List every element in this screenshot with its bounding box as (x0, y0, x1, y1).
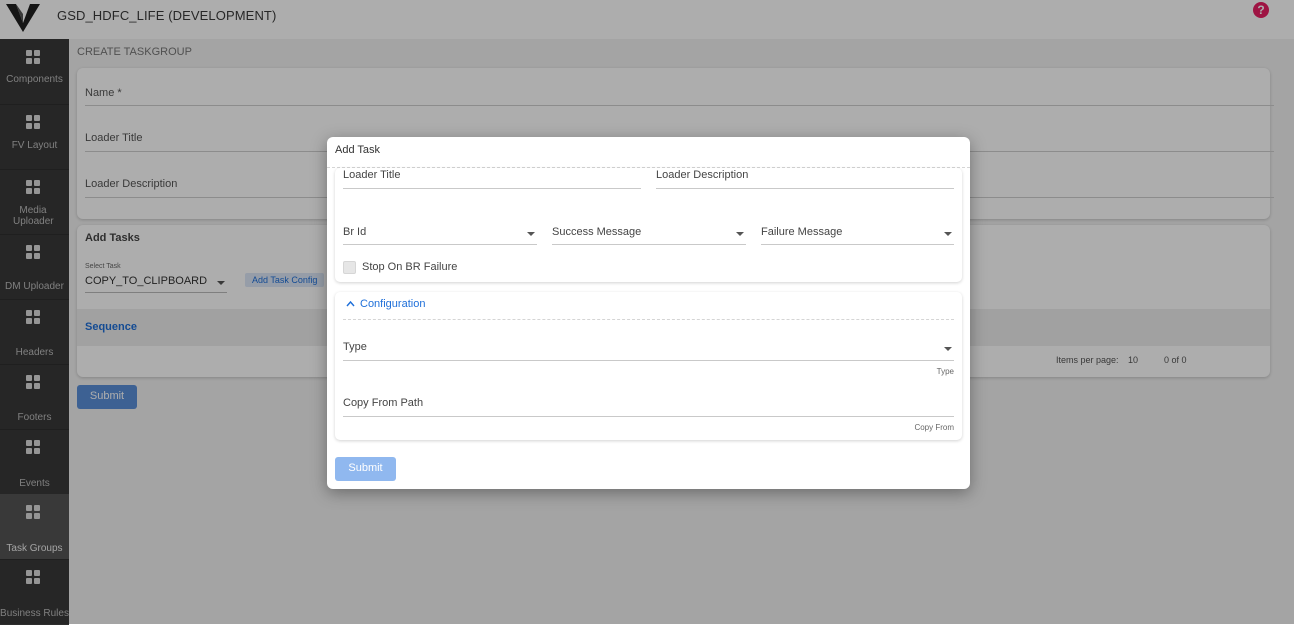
stop-on-br-failure-label: Stop On BR Failure (362, 261, 458, 273)
type-label: Type (343, 341, 367, 353)
chevron-down-icon (736, 232, 744, 236)
loader-description-field[interactable]: Loader Description (656, 169, 954, 189)
chevron-down-icon (944, 232, 952, 236)
loader-title-label: Loader Title (343, 169, 401, 181)
loader-title-field[interactable]: Loader Title (343, 169, 641, 189)
copy-from-hint: Copy From (914, 423, 954, 432)
failure-message-label: Failure Message (761, 226, 843, 238)
configuration-label: Configuration (360, 298, 426, 310)
chevron-up-icon (346, 300, 355, 307)
success-message-dropdown[interactable]: Success Message (552, 226, 746, 245)
br-id-dropdown[interactable]: Br Id (343, 226, 537, 245)
add-task-modal: Add Task Loader Title Loader Description… (327, 137, 970, 489)
br-id-label: Br Id (343, 226, 367, 238)
success-message-label: Success Message (552, 226, 642, 238)
configuration-card: Configuration Type Type Copy From Path C… (335, 292, 962, 440)
task-settings-card: Loader Title Loader Description Br Id Su… (335, 168, 962, 282)
chevron-down-icon (527, 232, 535, 236)
loader-description-label: Loader Description (656, 169, 749, 181)
copy-from-path-label: Copy From Path (343, 397, 424, 409)
type-hint: Type (936, 367, 954, 376)
modal-title: Add Task (335, 144, 381, 156)
copy-from-path-field[interactable]: Copy From Path (343, 397, 954, 417)
modal-submit-button[interactable]: Submit (335, 457, 396, 481)
type-dropdown[interactable]: Type (343, 341, 954, 361)
failure-message-dropdown[interactable]: Failure Message (761, 226, 954, 245)
stop-on-br-failure-checkbox[interactable] (343, 261, 356, 274)
configuration-divider (343, 319, 954, 320)
chevron-down-icon (944, 347, 952, 351)
